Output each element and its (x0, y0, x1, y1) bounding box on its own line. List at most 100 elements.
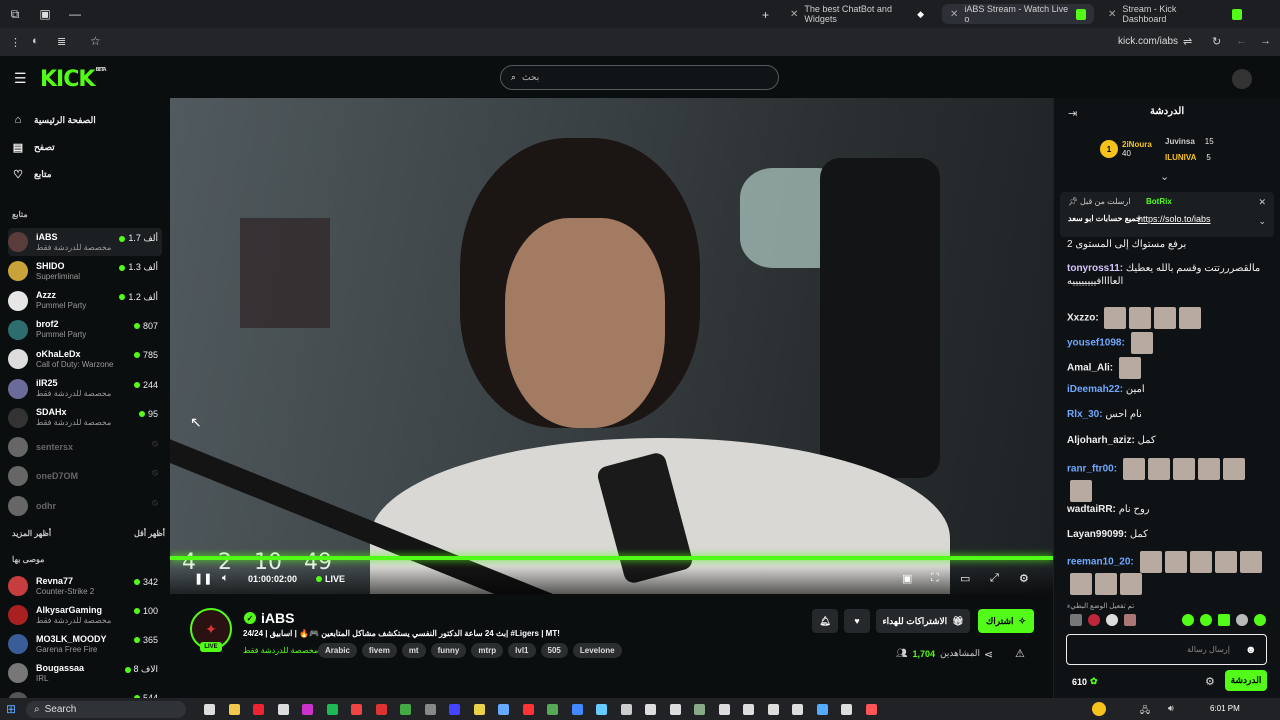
sidebar-channel[interactable]: SHIDO Superliminal 1.3 ألف (8, 257, 162, 285)
stream-category[interactable]: مخصصة للدردشة فقط (243, 646, 318, 655)
pause-icon[interactable]: ❚❚ (194, 572, 212, 585)
taskbar-app-icon[interactable] (253, 704, 264, 715)
chat-username[interactable]: Amal_Ali: (1067, 363, 1113, 374)
taskbar-app-icon[interactable] (351, 704, 362, 715)
stream-tag[interactable]: fivem (361, 643, 397, 658)
follow-heart-button[interactable]: ♥ (844, 609, 870, 633)
tab-kick-dashboard[interactable]: ✕ Stream - Kick Dashboard (1100, 4, 1250, 24)
menu-dots-icon[interactable]: ⋮ (10, 36, 21, 49)
gift-subs-button[interactable]: الاشتراكات للهداء 🎁︎ (876, 609, 970, 633)
streamer-name[interactable]: ✓ iABS (244, 610, 294, 626)
stream-tag[interactable]: Arabic (318, 643, 357, 658)
share-icon[interactable]: ⋖ (984, 648, 993, 661)
taskbar-app-icon[interactable] (449, 704, 460, 715)
stream-tag[interactable]: 505 (540, 643, 568, 658)
search-input[interactable]: ⌕ بحث (500, 65, 779, 90)
show-more-link[interactable]: أظهر المزيد (12, 529, 51, 538)
taskbar-app-icon[interactable] (204, 704, 215, 715)
taskbar-app-icon[interactable] (743, 704, 754, 715)
tab-chatbot[interactable]: ✕ The best ChatBot and Widgets ◆ (782, 4, 932, 24)
show-less-link[interactable]: أظهر أقل (134, 529, 165, 538)
taskbar-app-icon[interactable] (767, 704, 779, 715)
sidebar-channel[interactable]: SDAHx مخصصة للدردشة فقط 95 (8, 404, 162, 432)
expand-pinned-icon[interactable]: ⌄ (1258, 216, 1266, 227)
chat-username[interactable]: reeman10_20: (1067, 557, 1134, 568)
sidebar-channel[interactable]: odhr ⦸ (8, 492, 162, 520)
url-text[interactable]: kick.com/iabs (1118, 36, 1178, 47)
hamburger-menu-icon[interactable]: ☰ (14, 70, 27, 87)
taskbar-app-icon[interactable] (302, 704, 313, 715)
sidebar-channel[interactable]: oneD7OM ⦸ (8, 462, 162, 490)
taskbar-app-icon[interactable] (620, 704, 632, 715)
stream-tag[interactable]: funny (430, 643, 467, 658)
taskbar-app-icon[interactable] (277, 704, 289, 715)
nav-browse[interactable]: ▤ تصفح (12, 141, 55, 154)
progress-bar[interactable] (170, 556, 1053, 560)
stream-tag[interactable]: lvl1 (508, 643, 536, 658)
taskbar-app-icon[interactable] (498, 704, 509, 715)
chat-username[interactable]: tonyross11: (1067, 263, 1123, 274)
close-icon[interactable]: ✕ (1108, 9, 1116, 20)
sidebar-channel[interactable]: oKhaLeDx Call of Duty: Warzone 785 (8, 345, 162, 373)
recommended-channel[interactable]: AlkysarGaming مخصصة للدردشة فقط 100 (8, 601, 162, 629)
collapse-chat-icon[interactable]: ⇥ (1068, 107, 1077, 120)
taskbar-app-icon[interactable] (571, 704, 583, 715)
sidebar-channel[interactable]: Azzz Pummel Party 1.2 ألف (8, 287, 162, 315)
windows-start-icon[interactable]: ⊞ (6, 702, 16, 716)
pin-close-icon[interactable]: ✕ (1258, 197, 1266, 208)
network-icon[interactable]: 🖧︎ (1140, 703, 1150, 719)
sidebar-channel[interactable]: iABS مخصصة للدردشة فقط 1.7 ألف (8, 228, 162, 256)
chat-settings-icon[interactable]: ⚙ (1205, 675, 1215, 688)
recommended-channel[interactable]: Revna77 Counter-Strike 2 342 (8, 572, 162, 600)
pinned-link[interactable]: https://solo.to/iabs (1138, 214, 1211, 224)
back-icon[interactable]: → (1260, 35, 1271, 47)
chat-username[interactable]: iDeemah22: (1067, 384, 1123, 395)
taskbar-app-icon[interactable] (841, 704, 852, 715)
chat-username[interactable]: Layan99099: (1067, 529, 1127, 540)
new-tab-icon[interactable]: + (762, 8, 769, 22)
taskbar-app-icon[interactable] (718, 704, 730, 715)
bookmark-star-icon[interactable]: ☆ (90, 34, 101, 48)
report-icon[interactable]: ⚠ (1015, 647, 1025, 660)
sidebar-channel[interactable]: sentersx ⦸ (8, 433, 162, 461)
sidebar-channel[interactable]: brof2 Pummel Party 807 (8, 316, 162, 344)
taskbar-app-icon[interactable] (792, 704, 803, 715)
stream-tag[interactable]: Levelone (572, 643, 622, 658)
chat-username[interactable]: yousef1098: (1067, 338, 1125, 349)
taskbar-app-icon[interactable] (865, 704, 877, 715)
subscribe-button[interactable]: اشتراك ✧ (978, 609, 1034, 633)
taskbar-app-icon[interactable] (669, 704, 681, 715)
taskbar-app-icon[interactable] (400, 704, 411, 715)
notification-bell-button[interactable]: 🔔︎ (812, 609, 838, 633)
close-icon[interactable]: ✕ (790, 9, 798, 20)
chat-username[interactable]: Aljoharh_aziz: (1067, 435, 1135, 446)
channel-points[interactable]: 610 ✿ (1072, 676, 1098, 687)
stream-tag[interactable]: mtrp (471, 643, 504, 658)
chat-username[interactable]: ranr_ftr00: (1067, 464, 1117, 475)
taskbar-app-icon[interactable] (645, 704, 656, 715)
nav-home[interactable]: ⌂ الصفحة الرئيسية (12, 114, 96, 126)
site-settings-icon[interactable]: ⇌ (1183, 35, 1192, 48)
taskbar-app-icon[interactable] (375, 704, 387, 715)
volume-icon[interactable]: 🔈︎ (222, 572, 229, 585)
taskbar-app-icon[interactable] (816, 704, 828, 715)
recommended-channel[interactable]: Bougassaa IRL 8 الاف (8, 659, 162, 687)
taskbar-app-icon[interactable] (326, 704, 338, 715)
chevron-down-icon[interactable]: ⌄ (1160, 170, 1169, 183)
window-icon[interactable]: ▣ (30, 7, 60, 21)
chat-username[interactable]: Rlx_30: (1067, 409, 1103, 420)
extension-icon[interactable]: ◐ (32, 35, 39, 47)
taskbar-app-icon[interactable] (424, 704, 436, 715)
taskbar-app-icon[interactable] (473, 704, 485, 715)
mini-player-icon[interactable]: ▣ (902, 572, 912, 585)
weather-icon[interactable] (1092, 702, 1106, 716)
taskbar-app-icon[interactable] (522, 704, 534, 715)
stream-tag[interactable]: mt (401, 643, 426, 658)
close-icon[interactable]: ✕ (950, 9, 958, 20)
recommended-channel[interactable]: MO3LK_MOODY Garena Free Fire 365 (8, 630, 162, 658)
reload-icon[interactable]: ↻ (1212, 35, 1221, 48)
chat-input[interactable]: إرسال رسالة (1066, 634, 1267, 665)
chat-username[interactable]: wadtaiRR: (1067, 504, 1116, 515)
chat-username[interactable]: Xxzzo: (1067, 313, 1099, 324)
pinned-author[interactable]: BotRix (1146, 197, 1172, 206)
